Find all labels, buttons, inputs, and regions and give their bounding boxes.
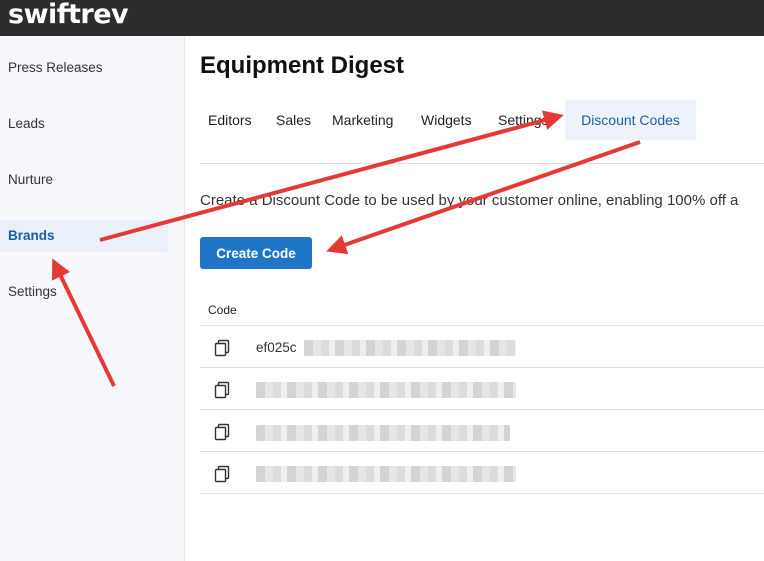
table-divider: [200, 325, 764, 326]
sidebar: Press Releases Leads Nurture Brands Sett…: [0, 36, 185, 561]
page-title: Equipment Digest: [200, 52, 405, 79]
copy-icon[interactable]: [214, 339, 230, 357]
tab-settings[interactable]: Settings: [490, 100, 556, 140]
sidebar-item-brands[interactable]: Brands: [0, 220, 168, 252]
sidebar-item-leads[interactable]: Leads: [0, 108, 168, 140]
table-divider: [200, 493, 764, 494]
column-header-code: Code: [208, 303, 237, 317]
redacted-code: [256, 425, 510, 441]
tab-editors[interactable]: Editors: [200, 100, 260, 140]
description-text: Create a Discount Code to be used by you…: [200, 192, 739, 209]
table-divider: [200, 367, 764, 368]
table-divider: [200, 451, 764, 452]
redacted-code: [256, 382, 516, 398]
table-divider: [200, 409, 764, 410]
tab-widgets[interactable]: Widgets: [413, 100, 480, 140]
tabs-divider: [200, 163, 764, 164]
redacted-code: [304, 340, 516, 356]
sidebar-item-settings[interactable]: Settings: [0, 276, 168, 308]
redacted-code: [256, 466, 516, 482]
copy-icon[interactable]: [214, 465, 230, 483]
code-value: ef025c: [256, 340, 297, 355]
copy-icon[interactable]: [214, 423, 230, 441]
copy-icon[interactable]: [214, 381, 230, 399]
sidebar-item-press-releases[interactable]: Press Releases: [0, 52, 168, 84]
swiftrev-logo[interactable]: swiftrev: [8, 0, 129, 36]
tab-marketing[interactable]: Marketing: [324, 100, 401, 140]
tab-sales[interactable]: Sales: [268, 100, 319, 140]
top-bar: swiftrev: [0, 0, 764, 36]
sidebar-item-nurture[interactable]: Nurture: [0, 164, 168, 196]
create-code-button[interactable]: Create Code: [200, 237, 312, 269]
tab-discount-codes[interactable]: Discount Codes: [565, 100, 696, 140]
